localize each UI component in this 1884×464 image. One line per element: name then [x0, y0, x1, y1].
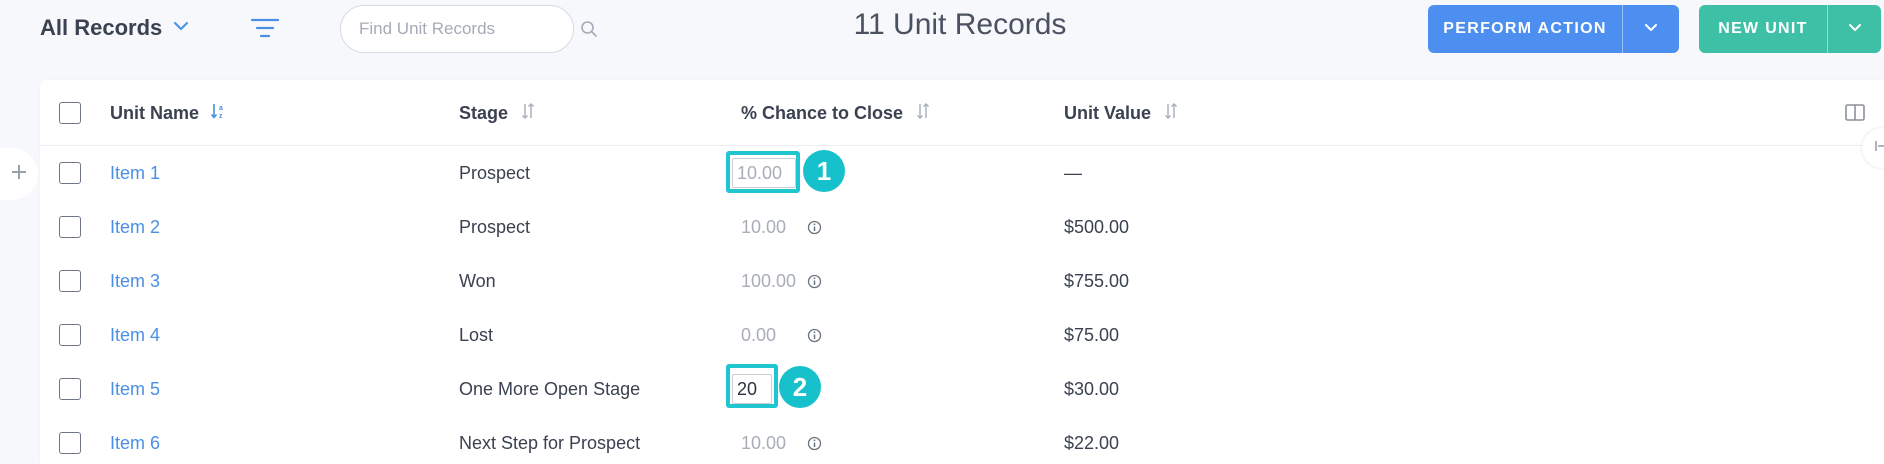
- column-layout-icon[interactable]: [1844, 102, 1866, 124]
- chevron-down-icon: [1643, 19, 1659, 40]
- info-icon[interactable]: [807, 254, 822, 308]
- unit-name-link[interactable]: Item 2: [110, 200, 160, 254]
- toolbar: All Records 11 Unit Records PERFORM ACTI…: [0, 0, 1884, 70]
- new-unit-dropdown-button[interactable]: [1827, 5, 1881, 53]
- info-icon[interactable]: [807, 200, 822, 254]
- unit-value-cell: $30.00: [1064, 378, 1120, 399]
- chance-input[interactable]: [732, 158, 796, 188]
- unit-value-cell: $75.00: [1064, 324, 1120, 345]
- row-checkbox[interactable]: [59, 162, 81, 184]
- search-icon[interactable]: [580, 20, 598, 38]
- chance-cell[interactable]: 100.00: [741, 254, 796, 308]
- column-label: Unit Name: [110, 102, 200, 123]
- new-unit-split-button: NEW UNIT: [1699, 5, 1881, 53]
- chance-cell[interactable]: 10.00: [741, 200, 786, 254]
- sort-icon: [1163, 102, 1179, 125]
- new-unit-button[interactable]: NEW UNIT: [1699, 5, 1827, 53]
- perform-action-split-button: PERFORM ACTION: [1428, 5, 1679, 53]
- stage-cell: Prospect: [459, 162, 531, 183]
- table-row: Item 2 Prospect 10.00 $500.00: [40, 200, 1884, 254]
- column-label: Stage: [459, 102, 509, 123]
- info-icon[interactable]: [807, 416, 822, 464]
- chance-cell[interactable]: 10.00: [741, 416, 786, 464]
- row-checkbox[interactable]: [59, 270, 81, 292]
- table-row: Item 1 Prospect —: [40, 146, 1884, 200]
- column-label: Unit Value: [1064, 102, 1152, 123]
- sort-ascending-icon: a z: [210, 102, 227, 125]
- column-header-chance-to-close[interactable]: % Chance to Close: [741, 80, 931, 146]
- stage-cell: Prospect: [459, 216, 531, 237]
- sort-icon: [915, 102, 931, 125]
- table-row: Item 3 Won 100.00 $755.00: [40, 254, 1884, 308]
- step-badge-2: 2: [779, 366, 821, 408]
- table-row: Item 6 Next Step for Prospect 10.00 $22.…: [40, 416, 1884, 464]
- chevron-down-icon: [172, 17, 190, 40]
- column-header-stage[interactable]: Stage: [459, 80, 536, 146]
- row-checkbox[interactable]: [59, 216, 81, 238]
- info-icon[interactable]: [807, 308, 822, 362]
- unit-name-link[interactable]: Item 4: [110, 308, 160, 362]
- unit-name-link[interactable]: Item 1: [110, 146, 160, 200]
- unit-name-link[interactable]: Item 6: [110, 416, 160, 464]
- column-header-unit-value[interactable]: Unit Value: [1064, 80, 1179, 146]
- table-header: Unit Name a z Stage % Chance to Close Un…: [40, 80, 1884, 146]
- chance-input[interactable]: [732, 374, 772, 404]
- chance-cell[interactable]: 0.00: [741, 308, 776, 362]
- column-header-unit-name[interactable]: Unit Name a z: [110, 80, 227, 146]
- unit-records-table: Unit Name a z Stage % Chance to Close Un…: [40, 80, 1884, 464]
- table-row: Item 5 One More Open Stage $30.00: [40, 362, 1884, 416]
- unit-name-link[interactable]: Item 3: [110, 254, 160, 308]
- unit-value-cell: $22.00: [1064, 432, 1120, 453]
- stage-cell: Won: [459, 270, 496, 291]
- stage-cell: Lost: [459, 324, 494, 345]
- perform-action-dropdown-button[interactable]: [1622, 5, 1679, 53]
- plus-icon: [10, 163, 28, 186]
- sort-icon: [520, 102, 536, 125]
- stage-cell: Next Step for Prospect: [459, 432, 641, 453]
- search-input[interactable]: [359, 19, 580, 39]
- step-badge-1: 1: [803, 150, 845, 192]
- chevron-down-icon: [1847, 19, 1863, 40]
- view-selector-label: All Records: [40, 15, 163, 40]
- svg-text:z: z: [219, 113, 223, 120]
- collapse-icon: [1874, 139, 1884, 158]
- row-checkbox[interactable]: [59, 432, 81, 454]
- table-row: Item 4 Lost 0.00 $75.00: [40, 308, 1884, 362]
- search-box: [340, 5, 597, 53]
- svg-text:a: a: [219, 105, 223, 112]
- row-checkbox[interactable]: [59, 324, 81, 346]
- view-selector[interactable]: All Records: [40, 12, 190, 44]
- unit-value-cell: —: [1064, 162, 1082, 183]
- perform-action-button[interactable]: PERFORM ACTION: [1428, 5, 1622, 53]
- unit-value-cell: $500.00: [1064, 216, 1130, 237]
- filter-icon[interactable]: [249, 14, 281, 42]
- unit-name-link[interactable]: Item 5: [110, 362, 160, 416]
- select-all-checkbox[interactable]: [59, 102, 81, 124]
- add-row-button[interactable]: [0, 148, 38, 200]
- stage-cell: One More Open Stage: [459, 378, 641, 399]
- column-label: % Chance to Close: [741, 102, 904, 123]
- records-count-title: 11 Unit Records: [853, 8, 1067, 41]
- unit-value-cell: $755.00: [1064, 270, 1130, 291]
- row-checkbox[interactable]: [59, 378, 81, 400]
